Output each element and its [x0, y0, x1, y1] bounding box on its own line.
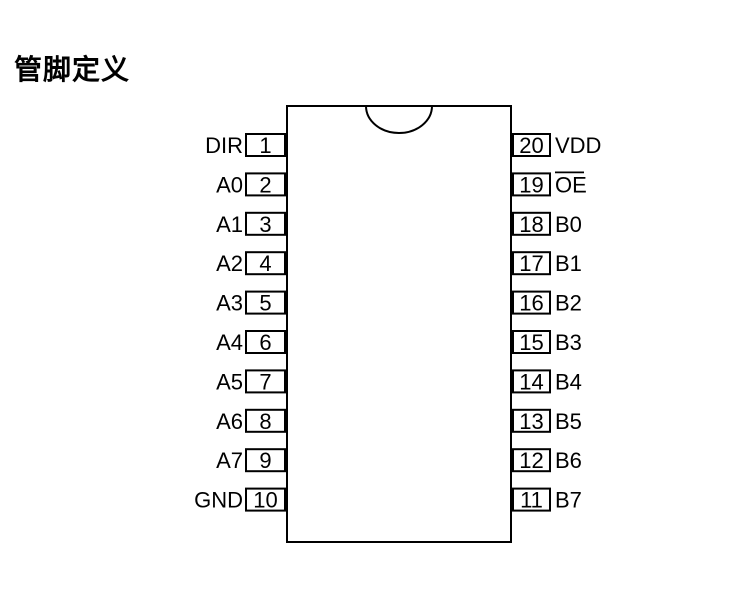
right-pin-19: 19 OE: [512, 171, 587, 197]
pin-label: OE: [555, 172, 587, 197]
left-pin-10: 10 GND: [194, 487, 286, 513]
right-pin-18: 18 B0: [512, 211, 582, 237]
ic-body: [286, 105, 512, 543]
pin-number: 10: [253, 488, 277, 513]
pin-number: 4: [259, 251, 271, 276]
pin-label: B1: [555, 251, 582, 276]
pin-number: 9: [259, 448, 271, 473]
pin-number: 17: [519, 251, 543, 276]
pin-label: B7: [555, 488, 582, 513]
pin-label: GND: [194, 488, 243, 513]
right-pin-14: 14 B4: [512, 369, 582, 394]
pin-number: 20: [519, 133, 543, 158]
pin-number: 16: [519, 291, 543, 316]
left-pin-5: 5 A3: [216, 290, 286, 316]
left-pin-8: 8 A6: [216, 408, 286, 434]
pin-label: B6: [555, 448, 582, 473]
pin-number: 19: [519, 172, 543, 197]
pin-number: 15: [519, 330, 543, 355]
pin-label: B3: [555, 330, 582, 355]
pin-number: 14: [519, 369, 543, 394]
right-pin-15: 15 B3: [512, 330, 582, 355]
pin-label: A5: [216, 369, 243, 394]
pin-label: A2: [216, 251, 243, 276]
left-pin-3: 3 A1: [216, 211, 286, 237]
left-pin-6: 6 A4: [216, 330, 286, 355]
right-pin-column: 20 VDD 19 OE 18 B0 17 B1 16 B2 15 B3 14 B4 13 B5 12 B6 11 B…: [512, 133, 601, 513]
left-pin-column: 1 DIR 2 A0 3 A1 4 A2 5 A3 6 A4 7 A5 8 A6 9 A7 10 GND: [194, 133, 286, 513]
pin-label: A4: [216, 330, 243, 355]
pin-label: B0: [555, 212, 582, 237]
pin-number: 7: [259, 369, 271, 394]
left-pin-4: 4 A2: [216, 251, 286, 276]
left-pin-2: 2 A0: [216, 172, 286, 197]
pin-number: 5: [259, 291, 271, 316]
pin-number: 12: [519, 448, 543, 473]
left-pin-7: 7 A5: [216, 369, 286, 394]
left-pin-1: 1 DIR: [205, 133, 286, 158]
pin-label: B2: [555, 291, 582, 316]
pin-number: 18: [519, 212, 543, 237]
ic-package: [286, 105, 512, 543]
pin-label: A3: [216, 291, 243, 316]
pin-label: A0: [216, 172, 243, 197]
pin-number: 13: [519, 409, 543, 434]
right-pin-13: 13 B5: [512, 408, 582, 434]
right-pin-17: 17 B1: [512, 251, 582, 276]
pin-label: A6: [216, 409, 243, 434]
pin-number: 1: [259, 133, 271, 158]
pin-label: A1: [216, 212, 243, 237]
right-pin-16: 16 B2: [512, 290, 582, 316]
pin-label: B5: [555, 409, 582, 434]
left-pin-9: 9 A7: [216, 448, 286, 473]
pin-number: 3: [259, 212, 271, 237]
pin-label: A7: [216, 448, 243, 473]
ic-pinout-diagram: 1 DIR 2 A0 3 A1 4 A2 5 A3 6 A4 7 A5 8 A6 9 A7 10 GND 20 VDD 1…: [194, 105, 601, 543]
pin-label: DIR: [205, 133, 243, 158]
right-pin-12: 12 B6: [512, 448, 582, 473]
pin-number: 2: [259, 172, 271, 197]
pin-label: B4: [555, 369, 582, 394]
right-pin-11: 11 B7: [512, 487, 582, 513]
right-pin-20: 20 VDD: [512, 133, 601, 158]
pin-label: VDD: [555, 133, 601, 158]
pin-number: 11: [520, 488, 543, 513]
pin-number: 8: [259, 409, 271, 434]
pin-number: 6: [259, 330, 271, 355]
